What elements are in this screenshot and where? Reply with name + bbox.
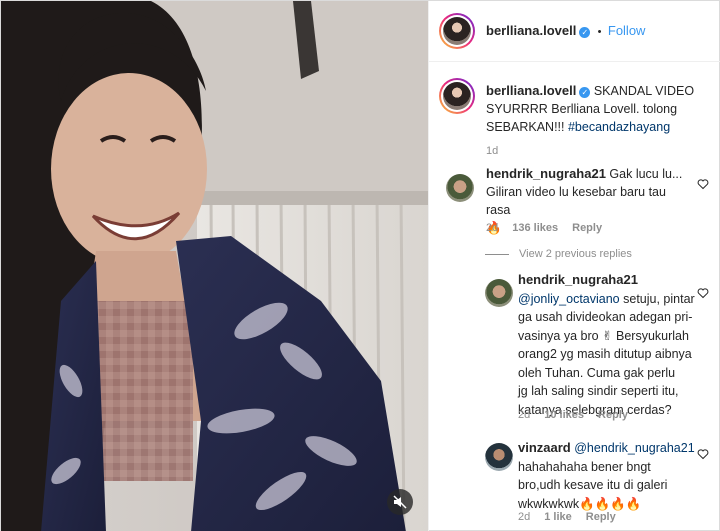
reply-meta: 2d 10 likes Reply	[518, 409, 642, 421]
caption-age[interactable]: 1d	[486, 145, 498, 157]
caption-username[interactable]: berlliana.lovell	[486, 83, 576, 98]
reply-username[interactable]: hendrik_nugraha21	[518, 271, 698, 290]
caption-line-3: SEBARKAN!!!	[486, 120, 568, 134]
comment-line-2: Giliran video lu kesebar baru tau rasa	[486, 185, 666, 217]
reply-line-3: vasinya ya bro ✌ Bersyukurlah	[518, 328, 689, 343]
reply-username[interactable]: vinzaard	[518, 440, 571, 455]
view-replies-label: View 2 previous replies	[519, 248, 632, 260]
reply: vinzaard @hendrik_nugraha21 hahahahaha b…	[518, 439, 698, 513]
heart-outline-icon[interactable]	[697, 178, 709, 190]
reply-line-1: hahahahaha bener bngt	[518, 459, 651, 474]
speaker-muted-icon	[393, 495, 407, 509]
instagram-post: berlliana.lovell ✓ • Follow berlliana.lov…	[0, 0, 720, 531]
heart-outline-icon[interactable]	[697, 287, 709, 299]
caption-line-1: SKANDAL VIDEO	[593, 84, 695, 98]
verified-badge-icon: ✓	[579, 27, 591, 38]
follow-button[interactable]: Follow	[608, 23, 646, 38]
reply-mention[interactable]: @hendrik_nugraha21	[574, 441, 694, 455]
comment-username[interactable]: hendrik_nugraha21	[486, 166, 606, 181]
reply-line-1: setuju, pintar	[623, 291, 695, 306]
view-replies-button[interactable]: View 2 previous replies	[485, 248, 632, 260]
reply-meta: 2d 1 like Reply	[518, 511, 630, 523]
reply-mention[interactable]: @jonliy_octaviano	[518, 292, 620, 306]
reply-line-2: bro,udh kesave itu di galeri	[518, 478, 668, 492]
post-side-panel: berlliana.lovell ✓ • Follow berlliana.lov…	[428, 1, 720, 531]
mute-toggle-button[interactable]	[387, 489, 413, 515]
reply-divider	[485, 253, 509, 255]
reply-line-5: oleh Tuhan. Cuma gak perlu	[518, 365, 676, 380]
caption-hashtag[interactable]: #becandazhayang	[568, 120, 670, 134]
reply-line-2: ga usah divideokan adegan pri-	[518, 310, 693, 324]
comment-likes[interactable]: 136 likes	[512, 222, 558, 234]
reply-likes[interactable]: 10 likes	[544, 409, 584, 421]
reply-age[interactable]: 2d	[518, 511, 530, 523]
caption-avatar[interactable]	[439, 78, 475, 114]
comment-line-1: Gak lucu lu...	[609, 167, 683, 181]
reply-age[interactable]: 2d	[518, 409, 530, 421]
comment-meta: 2d 136 likes Reply	[486, 222, 616, 234]
reply-avatar[interactable]	[485, 279, 513, 307]
post-video[interactable]	[1, 1, 428, 531]
commenter-avatar[interactable]	[446, 174, 474, 202]
author-username[interactable]: berlliana.lovell	[486, 23, 576, 38]
reply-avatar[interactable]	[485, 443, 513, 471]
verified-badge-icon: ✓	[579, 87, 591, 98]
reply-line-6: jg lah saling sindir seperti itu,	[518, 384, 679, 398]
reply-line-4: orang2 yg masih ditutup aibnya	[518, 347, 692, 361]
comments-section: berlliana.lovell ✓ SKANDAL VIDEO SYURRRR …	[429, 62, 720, 531]
reply-likes[interactable]: 1 like	[544, 511, 572, 523]
heart-outline-icon[interactable]	[697, 448, 709, 460]
caption-line-2: SYURRRR Berlliana Lovell. tolong	[486, 102, 678, 116]
comment-age[interactable]: 2d	[486, 222, 498, 234]
reply-reply-button[interactable]: Reply	[598, 409, 628, 421]
post-header: berlliana.lovell ✓ • Follow	[429, 1, 720, 62]
reply: hendrik_nugraha21 @jonliy_octaviano setu…	[518, 271, 698, 419]
header-separator: •	[597, 26, 602, 38]
caption: berlliana.lovell ✓ SKANDAL VIDEO SYURRRR …	[486, 82, 712, 136]
video-frame-illustration	[1, 1, 428, 531]
comment-reply-button[interactable]: Reply	[572, 222, 602, 234]
reply-reply-button[interactable]: Reply	[586, 511, 616, 523]
author-avatar[interactable]	[439, 13, 475, 49]
